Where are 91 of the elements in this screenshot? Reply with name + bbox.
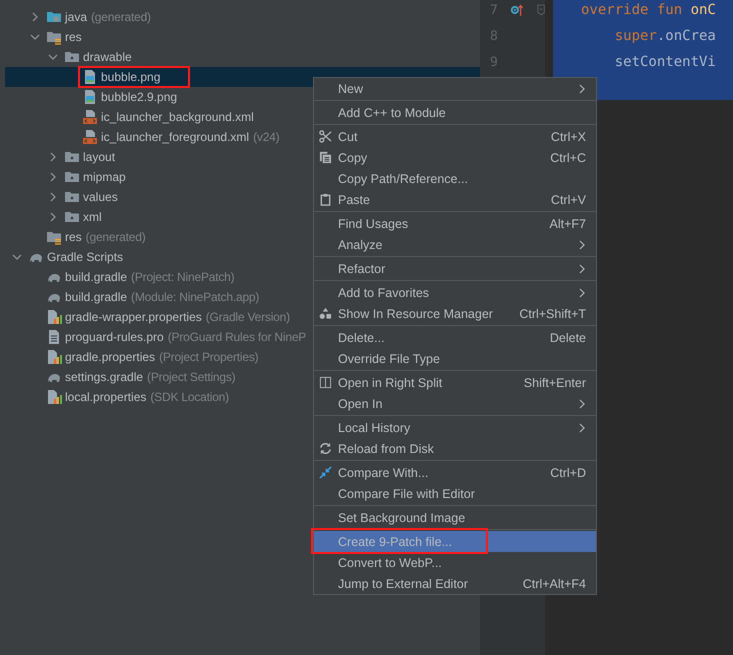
menu-item[interactable]: Convert to WebP... xyxy=(314,552,596,573)
shortcut-label: Delete xyxy=(550,330,586,344)
tree-item-label[interactable]: build.gradle xyxy=(65,270,128,284)
folder-icon xyxy=(46,229,62,245)
folder-icon xyxy=(46,9,62,25)
properties-file-icon xyxy=(46,389,62,405)
tree-item-note: (Module: NinePatch.app) xyxy=(131,290,260,304)
menu-item[interactable]: Compare With... Ctrl+D xyxy=(314,462,596,483)
shortcut-label: Ctrl+C xyxy=(550,150,586,164)
tree-item-note: (generated) xyxy=(86,230,146,244)
image-file-icon xyxy=(82,89,98,105)
folder-icon xyxy=(64,209,80,225)
tree-item-note: (Gradle Version) xyxy=(206,310,290,324)
clipboard-icon xyxy=(319,193,332,206)
menu-item[interactable]: Paste Ctrl+V xyxy=(314,189,596,210)
tree-item-label[interactable]: layout xyxy=(83,150,116,164)
text-file-icon xyxy=(46,329,62,345)
tree-item-note: (ProGuard Rules for NineP xyxy=(168,330,306,344)
tree-item-label[interactable]: Gradle Scripts xyxy=(47,250,124,264)
menu-item[interactable]: Open In xyxy=(314,393,596,414)
tree-item-label[interactable]: values xyxy=(83,190,118,204)
menu-item[interactable]: Show In Resource Manager Ctrl+Shift+T xyxy=(314,303,596,324)
tree-item-label[interactable]: xml xyxy=(83,210,102,224)
tree-item-label[interactable]: res xyxy=(65,30,82,44)
tree-item-label[interactable]: bubble.png xyxy=(101,70,160,84)
menu-item[interactable]: Jump to External Editor Ctrl+Alt+F4 xyxy=(314,573,596,594)
menu-item[interactable]: Open in Right Split Shift+Enter xyxy=(314,372,596,393)
menu-item[interactable]: Local History xyxy=(314,417,596,438)
shapes-icon xyxy=(319,307,332,320)
compare-arrows-icon xyxy=(319,466,332,479)
menu-item[interactable]: Copy Path/Reference... xyxy=(314,168,596,189)
tree-item-label[interactable]: gradle-wrapper.properties xyxy=(65,310,202,324)
tree-item-note: (generated) xyxy=(91,10,151,24)
menu-item[interactable]: Delete... Delete xyxy=(314,327,596,348)
xml-file-icon xyxy=(82,129,98,145)
folder-icon xyxy=(64,189,80,205)
shortcut-label: Ctrl+Shift+T xyxy=(519,306,586,320)
shortcut-label: Alt+F7 xyxy=(550,216,586,230)
menu-item[interactable]: Refactor xyxy=(314,258,596,279)
shortcut-label: Ctrl+X xyxy=(550,130,586,144)
code-line: setContentVi xyxy=(614,53,717,72)
code-line: super.onCrea xyxy=(614,27,717,46)
tree-row[interactable]: drawable xyxy=(5,47,480,67)
code-line: override fun onC xyxy=(581,1,717,20)
menu-item[interactable]: Analyze xyxy=(314,234,596,255)
menu-item[interactable]: Find Usages Alt+F7 xyxy=(314,213,596,234)
fold-marker-icon[interactable] xyxy=(536,3,545,17)
menu-item[interactable]: Set Background Image xyxy=(314,507,596,528)
shortcut-label: Shift+Enter xyxy=(524,376,586,390)
menu-item[interactable]: Compare File with Editor xyxy=(314,483,596,504)
folder-icon xyxy=(64,149,80,165)
folder-icon xyxy=(64,169,80,185)
tree-row[interactable]: java (generated) xyxy=(5,7,480,27)
tree-item-label[interactable]: java xyxy=(65,10,88,24)
tree-item-label[interactable]: ic_launcher_background.xml xyxy=(101,110,254,124)
folder-icon xyxy=(46,29,62,45)
tree-item-label[interactable]: proguard-rules.pro xyxy=(65,330,164,344)
xml-file-icon xyxy=(82,109,98,125)
tree-item-label[interactable]: ic_launcher_foreground.xml xyxy=(101,130,250,144)
tree-item-label[interactable]: drawable xyxy=(83,50,132,64)
folder-icon xyxy=(64,49,80,65)
tree-item-label[interactable]: settings.gradle xyxy=(65,370,144,384)
tree-row[interactable]: res xyxy=(5,27,480,47)
image-file-icon xyxy=(82,69,98,85)
copy-icon xyxy=(319,151,332,164)
tree-item-label[interactable]: gradle.properties xyxy=(65,350,156,364)
menu-item[interactable]: Cut Ctrl+X xyxy=(314,126,596,147)
split-view-icon xyxy=(319,376,332,389)
menu-item[interactable]: Copy Ctrl+C xyxy=(314,147,596,168)
shortcut-label: Ctrl+D xyxy=(550,466,586,480)
shortcut-label: Ctrl+Alt+F4 xyxy=(522,576,586,590)
tree-item-label[interactable]: bubble2.9.png xyxy=(101,90,178,104)
tree-item-note: (Project Properties) xyxy=(159,350,258,364)
menu-item[interactable]: Add C++ to Module xyxy=(314,102,596,123)
override-marker-icon[interactable] xyxy=(510,2,523,18)
tree-item-note: (Project Settings) xyxy=(147,370,236,384)
shortcut-label: Ctrl+V xyxy=(550,192,586,206)
tree-item-label[interactable]: res xyxy=(65,230,82,244)
tree-item-label[interactable]: build.gradle xyxy=(65,290,128,304)
menu-item[interactable]: Override File Type xyxy=(314,348,596,369)
properties-file-icon xyxy=(46,349,62,365)
tree-item-label[interactable]: mipmap xyxy=(83,170,126,184)
menu-item[interactable]: Add to Favorites xyxy=(314,282,596,303)
reload-icon xyxy=(319,442,332,455)
scissors-icon xyxy=(319,130,332,143)
tree-item-note: (v24) xyxy=(253,130,280,144)
tree-item-label[interactable]: local.properties xyxy=(65,390,146,404)
tree-item-note: (Project: NinePatch) xyxy=(131,270,234,284)
menu-item[interactable]: Reload from Disk xyxy=(314,438,596,459)
tree-item-note: (SDK Location) xyxy=(150,390,229,404)
properties-file-icon xyxy=(46,309,62,325)
